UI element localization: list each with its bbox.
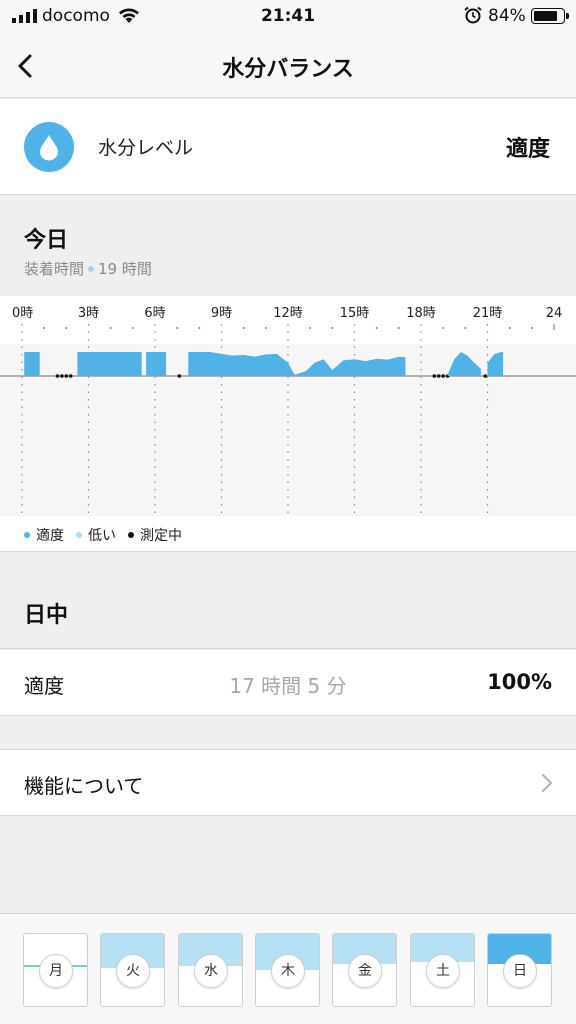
legend-dot <box>24 531 30 538</box>
day-tile-0[interactable]: 月 <box>23 933 88 1007</box>
about-feature-row[interactable]: 機能について <box>0 749 576 816</box>
measuring-marker <box>68 374 73 378</box>
minor-tick-dot <box>309 327 312 329</box>
day-tile-2[interactable]: 水 <box>178 933 243 1007</box>
day-label: 日 <box>503 954 537 988</box>
day-label: 月 <box>39 954 73 988</box>
week-selector: 月火水木金土日 <box>0 913 576 1024</box>
measuring-marker <box>64 374 69 378</box>
minor-tick-dot <box>43 327 46 329</box>
day-label: 水 <box>194 954 228 988</box>
minor-tick-dot <box>375 327 378 329</box>
daytime-heading: 日中 <box>24 603 69 628</box>
hydration-area <box>24 352 40 376</box>
minor-tick-dot <box>242 327 245 329</box>
chevron-right-icon <box>541 773 553 793</box>
chart-legend: 適度 低い 測定中 <box>24 525 194 545</box>
measuring-marker <box>483 374 488 378</box>
wear-time: 装着時間 19 時間 <box>24 258 152 279</box>
legend-label: 適度 <box>36 528 64 544</box>
water-drop-icon <box>24 122 74 172</box>
legend-item: 低い <box>76 528 116 544</box>
legend-label: 低い <box>88 528 116 544</box>
measuring-marker <box>432 374 437 378</box>
day-label: 木 <box>271 954 305 988</box>
minor-tick-dot <box>530 327 533 329</box>
x-tick-label: 0時 <box>12 306 33 321</box>
measuring-marker <box>436 374 441 378</box>
day-tile-5[interactable]: 土 <box>410 933 475 1007</box>
minor-tick-dot <box>176 327 179 329</box>
measuring-marker <box>441 374 445 378</box>
today-heading: 今日 <box>24 228 69 253</box>
x-tick-label: 21時 <box>473 306 503 321</box>
day-label: 土 <box>426 954 460 988</box>
x-tick-label: 15時 <box>340 306 370 321</box>
legend-item: 適度 <box>24 528 64 544</box>
legend-label: 測定中 <box>140 528 182 544</box>
minor-tick-dot <box>508 327 511 329</box>
status-bar: docomo 21:41 84% <box>0 0 576 34</box>
measuring-marker <box>55 374 60 378</box>
legend-dot <box>128 531 134 538</box>
minor-tick-dot <box>131 327 134 329</box>
battery-percent: 84% <box>488 6 526 26</box>
minor-tick-dot <box>65 327 68 329</box>
day-label: 金 <box>348 954 382 988</box>
battery-icon <box>531 8 569 24</box>
measuring-marker <box>60 374 64 378</box>
x-tick-label: 18時 <box>406 306 436 321</box>
day-label: 火 <box>116 954 150 988</box>
legend-item: 測定中 <box>128 528 182 544</box>
wear-time-value: 19 時間 <box>98 260 152 278</box>
hydration-level-row: 水分レベル 適度 <box>0 99 576 195</box>
minor-tick-dot <box>397 327 400 329</box>
minor-tick-dot <box>331 327 334 329</box>
daytime-section: 日中 <box>0 553 576 649</box>
minor-tick-dot <box>464 327 467 329</box>
hydration-area <box>146 352 167 376</box>
x-tick-label: 24 <box>546 306 563 321</box>
day-tile-1[interactable]: 火 <box>100 933 165 1007</box>
day-tile-3[interactable]: 木 <box>255 933 320 1007</box>
day-tile-6[interactable]: 日 <box>487 933 552 1007</box>
wear-time-label: 装着時間 <box>24 260 85 278</box>
x-tick-label: 12時 <box>273 306 303 321</box>
minor-tick-dot <box>442 327 445 329</box>
dot-separator <box>88 265 95 272</box>
today-section: 今日 装着時間 19 時間 <box>0 196 576 296</box>
minor-tick-dot <box>109 327 112 329</box>
page-title: 水分バランス <box>222 57 354 82</box>
legend-dot <box>76 531 82 538</box>
nav-bar: 水分バランス <box>0 34 576 98</box>
x-tick-label: 9時 <box>211 306 232 321</box>
hydration-area <box>77 352 142 376</box>
x-tick-label: 3時 <box>78 306 99 321</box>
x-tick-label: 6時 <box>144 306 165 321</box>
daytime-percent: 100% <box>487 670 552 694</box>
hydration-chart: 0時 3時 6時 9時 12時 15時 18時 21時 24 適度 低い 測定中 <box>0 296 576 552</box>
about-feature-label: 機能について <box>24 774 144 798</box>
hydration-chart-svg: 0時 3時 6時 9時 12時 15時 18時 21時 24 <box>0 306 576 516</box>
hydration-level-value: 適度 <box>505 137 550 162</box>
daytime-row: 適度 17 時間 5 分 100% <box>0 650 576 716</box>
minor-tick-dot <box>198 327 201 329</box>
minor-tick-dot <box>264 327 267 329</box>
day-tile-4[interactable]: 金 <box>332 933 397 1007</box>
alarm-icon <box>464 6 482 24</box>
measuring-marker <box>177 374 182 378</box>
hydration-level-label: 水分レベル <box>98 137 194 159</box>
